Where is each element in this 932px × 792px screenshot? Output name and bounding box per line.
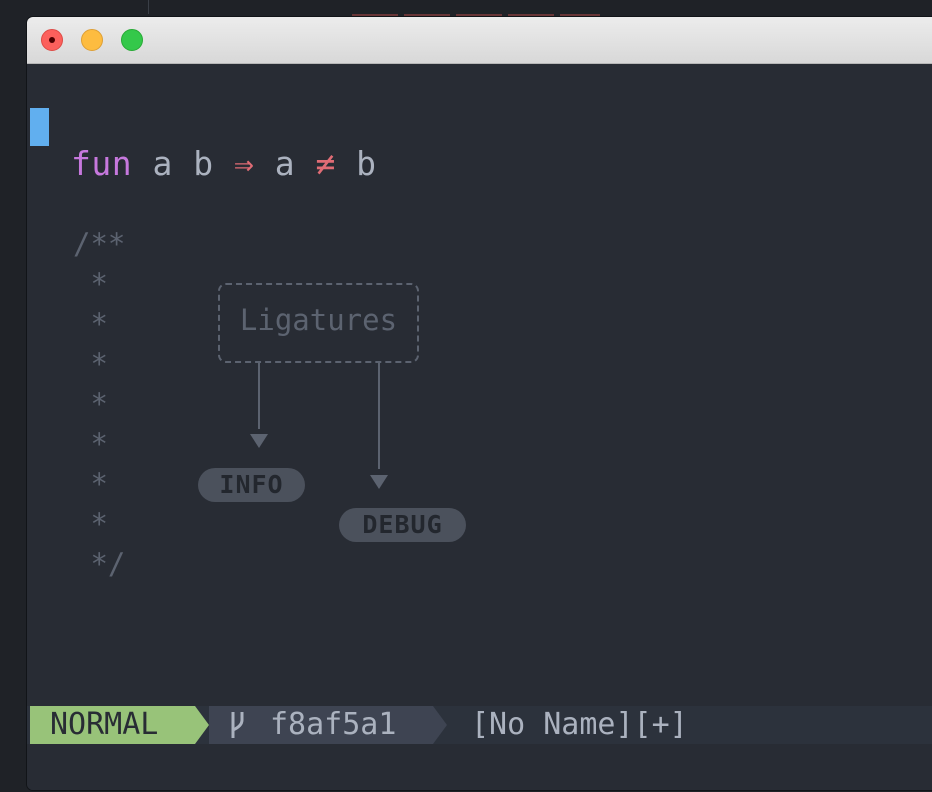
text-cursor bbox=[30, 108, 49, 146]
comment-line: /** bbox=[73, 227, 126, 261]
git-branch-icon bbox=[231, 712, 244, 738]
ligatures-box: Ligatures bbox=[218, 283, 419, 363]
comment-line: * bbox=[73, 427, 108, 461]
comment-line: * bbox=[73, 307, 108, 341]
code-text: b bbox=[335, 144, 377, 183]
connector-line-info bbox=[258, 363, 260, 429]
arrow-down-icon bbox=[370, 475, 388, 489]
keyword-fun: fun bbox=[71, 144, 133, 183]
code-line: fun a b ⇒ a ≠ b bbox=[71, 144, 377, 184]
comment-line: * bbox=[73, 267, 108, 301]
arrow-down-icon bbox=[250, 434, 268, 448]
maximize-button[interactable] bbox=[121, 29, 143, 51]
code-text: a b bbox=[132, 144, 234, 183]
comment-line: * bbox=[73, 507, 108, 541]
minimize-button[interactable] bbox=[81, 29, 103, 51]
info-badge: INFO bbox=[198, 468, 305, 502]
not-equal-operator: ≠ bbox=[315, 144, 336, 183]
ligatures-label: Ligatures bbox=[239, 303, 398, 337]
comment-line: * bbox=[73, 347, 108, 381]
titlebar[interactable] bbox=[27, 17, 932, 64]
branch-separator bbox=[433, 706, 447, 744]
debug-badge: DEBUG bbox=[339, 508, 466, 542]
editor-area[interactable]: fun a b ⇒ a ≠ b /** * * * * * * * */ Lig… bbox=[27, 64, 932, 790]
mode-separator bbox=[195, 706, 209, 744]
close-button[interactable] bbox=[41, 29, 63, 51]
file-name: [No Name][+] bbox=[471, 707, 688, 742]
mode-indicator: NORMAL bbox=[30, 706, 195, 744]
connector-line-debug bbox=[378, 363, 380, 469]
comment-line: */ bbox=[73, 547, 126, 581]
comment-line: * bbox=[73, 467, 108, 501]
background-divider bbox=[148, 0, 149, 14]
statusline: NORMAL f8af5a1 [No Name][+] bbox=[27, 706, 932, 744]
code-text: a bbox=[254, 144, 316, 183]
arrow-operator: ⇒ bbox=[233, 144, 255, 183]
branch-name: f8af5a1 bbox=[270, 707, 397, 742]
terminal-window: fun a b ⇒ a ≠ b /** * * * * * * * */ Lig… bbox=[27, 17, 932, 790]
comment-line: * bbox=[73, 387, 108, 421]
